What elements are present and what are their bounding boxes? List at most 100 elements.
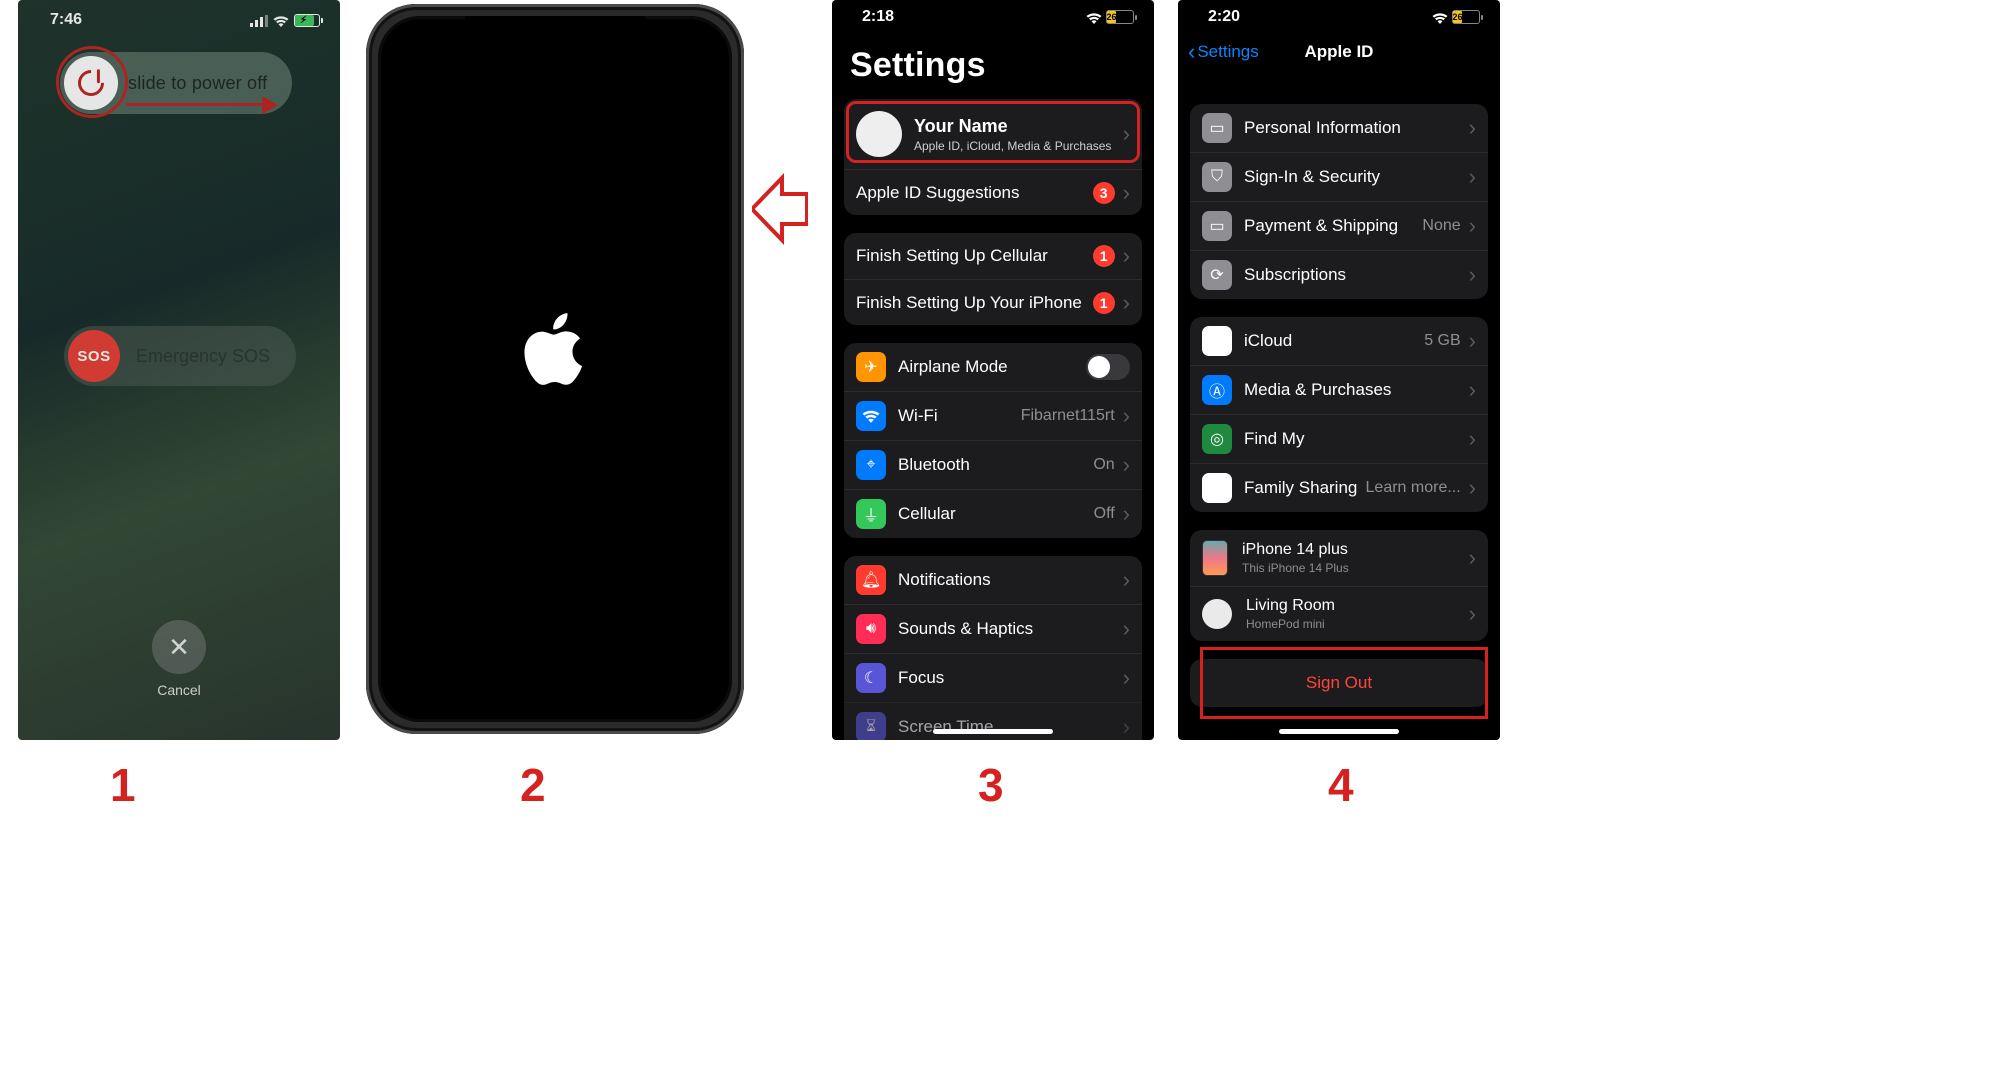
media-purchases-cell[interactable]: Ⓐ Media & Purchases › (1190, 365, 1488, 414)
moon-icon: ☾ (856, 663, 886, 693)
step-number-4: 4 (1328, 758, 1354, 812)
device-iphone-cell[interactable]: iPhone 14 plus This iPhone 14 Plus › (1190, 530, 1488, 586)
profile-cell[interactable]: Your Name Apple ID, iCloud, Media & Purc… (844, 99, 1142, 169)
power-icon (73, 65, 110, 102)
payment-shipping-cell[interactable]: ▭ Payment & Shipping None › (1190, 201, 1488, 250)
chevron-right-icon: › (1123, 501, 1130, 527)
chevron-right-icon: › (1469, 545, 1476, 571)
notch (465, 16, 645, 46)
chevron-right-icon: › (1123, 714, 1130, 740)
status-time: 2:20 (1208, 8, 1240, 26)
sos-knob[interactable]: SOS (68, 330, 120, 382)
status-bar: 2:18 26 (832, 0, 1154, 30)
chevron-right-icon: › (1123, 121, 1130, 147)
personal-info-cell[interactable]: ▭ Personal Information › (1190, 104, 1488, 152)
nav-header: ‹ Settings Apple ID (1178, 30, 1500, 74)
airplane-icon: ✈︎ (856, 352, 886, 382)
boot-screen-area (352, 0, 812, 740)
sos-label: Emergency SOS (136, 346, 270, 367)
hourglass-icon: ⏳︎ (856, 712, 886, 740)
iphone-icon (1202, 540, 1228, 576)
find-my-cell[interactable]: ◎ Find My › (1190, 414, 1488, 463)
battery-icon: 26 (1452, 10, 1480, 24)
battery-icon: 26 (1106, 10, 1134, 24)
chevron-right-icon: › (1123, 452, 1130, 478)
step-number-3: 3 (978, 758, 1004, 812)
chevron-right-icon: › (1123, 567, 1130, 593)
cancel-label: Cancel (152, 682, 206, 698)
profile-subtitle: Apple ID, iCloud, Media & Purchases (914, 139, 1121, 153)
profile-name: Your Name (914, 116, 1121, 137)
airplane-toggle[interactable] (1086, 354, 1130, 380)
power-off-screen: 7:46 ⚡︎ slide to power off SOS Emergency… (18, 0, 340, 740)
chevron-right-icon: › (1469, 262, 1476, 288)
annotation-arrow-left (752, 170, 808, 248)
step-number-1: 1 (110, 758, 136, 812)
bluetooth-cell[interactable]: ⌖ Bluetooth On › (844, 440, 1142, 489)
home-indicator[interactable] (933, 729, 1053, 734)
power-off-slider[interactable]: slide to power off (60, 52, 292, 114)
finish-cellular-cell[interactable]: Finish Setting Up Cellular 1 › (844, 233, 1142, 279)
battery-icon: ⚡︎ (294, 14, 320, 27)
close-icon: ✕ (168, 632, 190, 663)
antenna-icon: ⏚ (856, 499, 886, 529)
chevron-right-icon: › (1469, 601, 1476, 627)
chevron-right-icon: › (1123, 243, 1130, 269)
wifi-icon (1086, 11, 1102, 23)
status-bar: 2:20 26 (1178, 0, 1500, 30)
apple-logo-icon (523, 311, 587, 404)
finish-iphone-cell[interactable]: Finish Setting Up Your iPhone 1 › (844, 279, 1142, 325)
cancel-area: ✕ Cancel (152, 620, 206, 698)
subscriptions-icon: ⟳ (1202, 260, 1232, 290)
wifi-cell[interactable]: Wi-Fi Fibarnet115rt › (844, 391, 1142, 440)
badge: 3 (1093, 182, 1115, 204)
emergency-sos-slider[interactable]: SOS Emergency SOS (64, 326, 296, 386)
family-sharing-cell[interactable]: 👥︎ Family Sharing Learn more... › (1190, 463, 1488, 512)
device-homepod-cell[interactable]: Living Room HomePod mini › (1190, 586, 1488, 641)
sign-out-button[interactable]: Sign Out (1190, 659, 1488, 707)
cellular-cell[interactable]: ⏚ Cellular Off › (844, 489, 1142, 538)
family-icon: 👥︎ (1202, 473, 1232, 503)
bluetooth-icon: ⌖ (856, 450, 886, 480)
chevron-right-icon: › (1123, 403, 1130, 429)
chevron-right-icon: › (1469, 328, 1476, 354)
focus-cell[interactable]: ☾ Focus › (844, 653, 1142, 702)
icloud-cell[interactable]: ☁︎ iCloud 5 GB › (1190, 317, 1488, 365)
page-title: Apple ID (1305, 42, 1374, 62)
cancel-button[interactable]: ✕ (152, 620, 206, 674)
apple-id-suggestions-cell[interactable]: Apple ID Suggestions 3 › (844, 169, 1142, 215)
status-time: 7:46 (50, 11, 82, 29)
chevron-right-icon: › (1123, 290, 1130, 316)
wifi-icon (856, 401, 886, 431)
screen-time-cell[interactable]: ⏳︎ Screen Time › (844, 702, 1142, 740)
chevron-right-icon: › (1123, 616, 1130, 642)
sounds-cell[interactable]: 🔊︎ Sounds & Haptics › (844, 604, 1142, 653)
wifi-icon (273, 14, 289, 26)
wifi-icon (1432, 11, 1448, 23)
chevron-right-icon: › (1469, 213, 1476, 239)
airplane-mode-cell[interactable]: ✈︎ Airplane Mode (844, 343, 1142, 391)
chevron-right-icon: › (1469, 377, 1476, 403)
chevron-right-icon: › (1469, 115, 1476, 141)
settings-screen: 2:18 26 Settings Your Name Apple ID, iCl… (832, 0, 1154, 740)
home-indicator[interactable] (1279, 729, 1399, 734)
notifications-cell[interactable]: 🔔︎ Notifications › (844, 556, 1142, 604)
chevron-right-icon: › (1123, 665, 1130, 691)
id-card-icon: ▭ (1202, 113, 1232, 143)
find-my-icon: ◎ (1202, 424, 1232, 454)
homepod-icon (1202, 599, 1232, 629)
signin-security-cell[interactable]: ⛉ Sign-In & Security › (1190, 152, 1488, 201)
chevron-right-icon: › (1469, 475, 1476, 501)
phone-frame (366, 4, 744, 734)
cellular-signal-icon (250, 14, 268, 26)
bell-icon: 🔔︎ (856, 565, 886, 595)
power-off-knob[interactable] (64, 56, 118, 110)
page-title: Settings (832, 30, 1154, 99)
back-button[interactable]: ‹ Settings (1188, 42, 1259, 62)
chevron-right-icon: › (1469, 426, 1476, 452)
status-bar: 7:46 ⚡︎ (18, 6, 340, 34)
status-time: 2:18 (862, 8, 894, 26)
subscriptions-cell[interactable]: ⟳ Subscriptions › (1190, 250, 1488, 299)
chevron-right-icon: › (1469, 164, 1476, 190)
shield-icon: ⛉ (1202, 162, 1232, 192)
